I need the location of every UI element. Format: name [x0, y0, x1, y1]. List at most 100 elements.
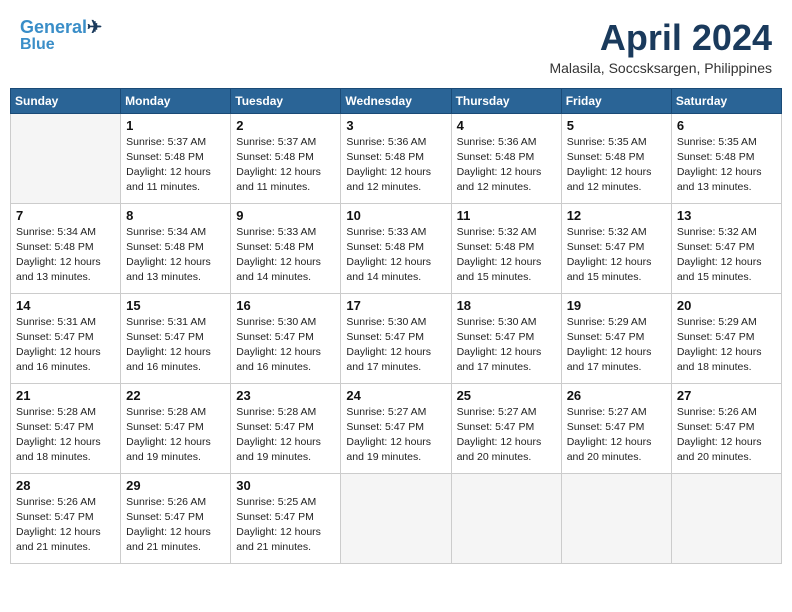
calendar-cell [451, 473, 561, 563]
day-number: 30 [236, 478, 335, 493]
cell-info: Sunrise: 5:33 AMSunset: 5:48 PMDaylight:… [346, 225, 445, 286]
calendar-cell: 21 Sunrise: 5:28 AMSunset: 5:47 PMDayligh… [11, 383, 121, 473]
day-number: 9 [236, 208, 335, 223]
cell-info: Sunrise: 5:27 AMSunset: 5:47 PMDaylight:… [346, 405, 445, 466]
cell-info: Sunrise: 5:31 AMSunset: 5:47 PMDaylight:… [16, 315, 115, 376]
cell-info: Sunrise: 5:29 AMSunset: 5:47 PMDaylight:… [567, 315, 666, 376]
cell-info: Sunrise: 5:32 AMSunset: 5:48 PMDaylight:… [457, 225, 556, 286]
day-number: 27 [677, 388, 776, 403]
day-number: 2 [236, 118, 335, 133]
col-header-sunday: Sunday [11, 88, 121, 113]
calendar-cell: 20 Sunrise: 5:29 AMSunset: 5:47 PMDayligh… [671, 293, 781, 383]
cell-info: Sunrise: 5:37 AMSunset: 5:48 PMDaylight:… [126, 135, 225, 196]
week-row-5: 28Sunrise: 5:26 AMSunset: 5:47 PMDayligh… [11, 473, 782, 563]
calendar-cell: 17Sunrise: 5:30 AMSunset: 5:47 PMDayligh… [341, 293, 451, 383]
calendar-cell: 29Sunrise: 5:26 AMSunset: 5:47 PMDayligh… [121, 473, 231, 563]
day-number: 15 [126, 298, 225, 313]
day-number: 25 [457, 388, 556, 403]
day-number: 11 [457, 208, 556, 223]
calendar-cell: 28Sunrise: 5:26 AMSunset: 5:47 PMDayligh… [11, 473, 121, 563]
day-number: 18 [457, 298, 556, 313]
col-header-friday: Friday [561, 88, 671, 113]
day-number: 1 [126, 118, 225, 133]
calendar-cell: 27 Sunrise: 5:26 AMSunset: 5:47 PMDayligh… [671, 383, 781, 473]
calendar-cell: 24 Sunrise: 5:27 AMSunset: 5:47 PMDayligh… [341, 383, 451, 473]
col-header-thursday: Thursday [451, 88, 561, 113]
calendar-cell: 1 Sunrise: 5:37 AMSunset: 5:48 PMDaylight… [121, 113, 231, 203]
cell-info: Sunrise: 5:26 AMSunset: 5:47 PMDaylight:… [677, 405, 776, 466]
cell-info: Sunrise: 5:34 AMSunset: 5:48 PMDaylight:… [16, 225, 115, 286]
cell-info: Sunrise: 5:35 AMSunset: 5:48 PMDaylight:… [677, 135, 776, 196]
calendar-cell: 8 Sunrise: 5:34 AMSunset: 5:48 PMDaylight… [121, 203, 231, 293]
cell-info: Sunrise: 5:29 AMSunset: 5:47 PMDaylight:… [677, 315, 776, 376]
cell-info: Sunrise: 5:26 AMSunset: 5:47 PMDaylight:… [16, 495, 115, 556]
calendar-header-row: SundayMondayTuesdayWednesdayThursdayFrid… [11, 88, 782, 113]
cell-info: Sunrise: 5:27 AMSunset: 5:47 PMDaylight:… [567, 405, 666, 466]
cell-info: Sunrise: 5:32 AMSunset: 5:47 PMDaylight:… [567, 225, 666, 286]
logo-blue: Blue [20, 36, 55, 54]
week-row-3: 14 Sunrise: 5:31 AMSunset: 5:47 PMDayligh… [11, 293, 782, 383]
col-header-monday: Monday [121, 88, 231, 113]
day-number: 7 [16, 208, 115, 223]
calendar-cell: 11 Sunrise: 5:32 AMSunset: 5:48 PMDayligh… [451, 203, 561, 293]
day-number: 13 [677, 208, 776, 223]
day-number: 5 [567, 118, 666, 133]
calendar-cell: 3 Sunrise: 5:36 AMSunset: 5:48 PMDaylight… [341, 113, 451, 203]
day-number: 6 [677, 118, 776, 133]
cell-info: Sunrise: 5:32 AMSunset: 5:47 PMDaylight:… [677, 225, 776, 286]
cell-info: Sunrise: 5:31 AMSunset: 5:47 PMDaylight:… [126, 315, 225, 376]
location-title: Malasila, Soccsksargen, Philippines [549, 60, 772, 76]
day-number: 21 [16, 388, 115, 403]
calendar-cell [11, 113, 121, 203]
day-number: 22 [126, 388, 225, 403]
day-number: 17 [346, 298, 445, 313]
calendar-cell: 26 Sunrise: 5:27 AMSunset: 5:47 PMDayligh… [561, 383, 671, 473]
week-row-1: 1 Sunrise: 5:37 AMSunset: 5:48 PMDaylight… [11, 113, 782, 203]
title-block: April 2024 Malasila, Soccsksargen, Phili… [549, 18, 772, 76]
cell-info: Sunrise: 5:28 AMSunset: 5:47 PMDaylight:… [16, 405, 115, 466]
day-number: 8 [126, 208, 225, 223]
col-header-saturday: Saturday [671, 88, 781, 113]
day-number: 26 [567, 388, 666, 403]
week-row-4: 21 Sunrise: 5:28 AMSunset: 5:47 PMDayligh… [11, 383, 782, 473]
logo: General✈ Blue [20, 18, 102, 53]
day-number: 23 [236, 388, 335, 403]
logo-general: General [20, 17, 87, 37]
cell-info: Sunrise: 5:30 AMSunset: 5:47 PMDaylight:… [236, 315, 335, 376]
col-header-tuesday: Tuesday [231, 88, 341, 113]
day-number: 20 [677, 298, 776, 313]
cell-info: Sunrise: 5:25 AMSunset: 5:47 PMDaylight:… [236, 495, 335, 556]
cell-info: Sunrise: 5:33 AMSunset: 5:48 PMDaylight:… [236, 225, 335, 286]
calendar-cell: 6 Sunrise: 5:35 AMSunset: 5:48 PMDaylight… [671, 113, 781, 203]
calendar-cell: 5Sunrise: 5:35 AMSunset: 5:48 PMDaylight… [561, 113, 671, 203]
cell-info: Sunrise: 5:34 AMSunset: 5:48 PMDaylight:… [126, 225, 225, 286]
cell-info: Sunrise: 5:36 AMSunset: 5:48 PMDaylight:… [346, 135, 445, 196]
cell-info: Sunrise: 5:36 AMSunset: 5:48 PMDaylight:… [457, 135, 556, 196]
month-title: April 2024 [549, 18, 772, 58]
day-number: 3 [346, 118, 445, 133]
cell-info: Sunrise: 5:30 AMSunset: 5:47 PMDaylight:… [457, 315, 556, 376]
calendar-cell: 2 Sunrise: 5:37 AMSunset: 5:48 PMDaylight… [231, 113, 341, 203]
day-number: 16 [236, 298, 335, 313]
calendar-cell: 10 Sunrise: 5:33 AMSunset: 5:48 PMDayligh… [341, 203, 451, 293]
calendar-cell: 7 Sunrise: 5:34 AMSunset: 5:48 PMDaylight… [11, 203, 121, 293]
col-header-wednesday: Wednesday [341, 88, 451, 113]
day-number: 29 [126, 478, 225, 493]
cell-info: Sunrise: 5:37 AMSunset: 5:48 PMDaylight:… [236, 135, 335, 196]
calendar-cell: 18 Sunrise: 5:30 AMSunset: 5:47 PMDayligh… [451, 293, 561, 383]
calendar-cell: 15 Sunrise: 5:31 AMSunset: 5:47 PMDayligh… [121, 293, 231, 383]
cell-info: Sunrise: 5:28 AMSunset: 5:47 PMDaylight:… [236, 405, 335, 466]
calendar-cell [561, 473, 671, 563]
day-number: 4 [457, 118, 556, 133]
week-row-2: 7 Sunrise: 5:34 AMSunset: 5:48 PMDaylight… [11, 203, 782, 293]
calendar-cell: 14 Sunrise: 5:31 AMSunset: 5:47 PMDayligh… [11, 293, 121, 383]
calendar-cell: 19 Sunrise: 5:29 AMSunset: 5:47 PMDayligh… [561, 293, 671, 383]
day-number: 24 [346, 388, 445, 403]
day-number: 19 [567, 298, 666, 313]
calendar-cell: 16 Sunrise: 5:30 AMSunset: 5:47 PMDayligh… [231, 293, 341, 383]
day-number: 14 [16, 298, 115, 313]
page-header: General✈ Blue April 2024 Malasila, Soccs… [10, 10, 782, 80]
calendar-cell: 22Sunrise: 5:28 AMSunset: 5:47 PMDayligh… [121, 383, 231, 473]
calendar-table: SundayMondayTuesdayWednesdayThursdayFrid… [10, 88, 782, 564]
day-number: 10 [346, 208, 445, 223]
